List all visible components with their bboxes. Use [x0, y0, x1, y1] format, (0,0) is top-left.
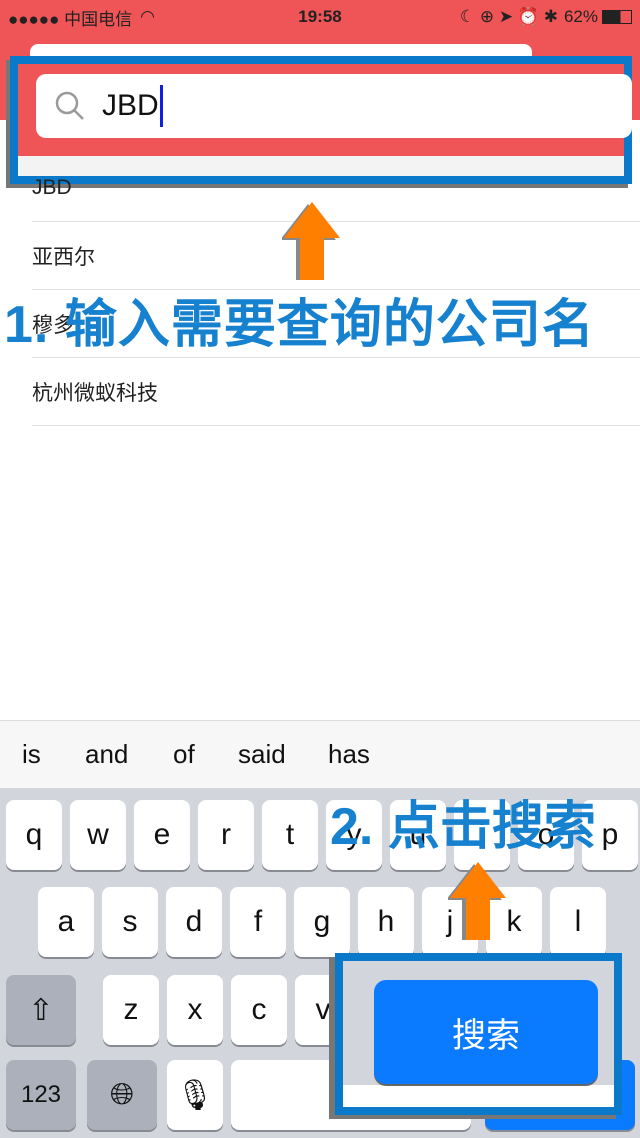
battery-icon — [602, 10, 632, 24]
key-d[interactable]: d — [166, 887, 222, 957]
key-e[interactable]: e — [134, 800, 190, 870]
suggestion[interactable]: of — [173, 739, 195, 770]
status-icons: ☾ ⊕ ➤ ⏰ ✱ — [459, 7, 558, 26]
key-x[interactable]: x — [167, 975, 223, 1045]
carrier: ●●●●● 中国电信 — [8, 9, 133, 29]
battery-level: 62% — [563, 7, 598, 26]
globe-icon: 🌐︎ — [110, 1078, 134, 1111]
key-w[interactable]: w — [70, 800, 126, 870]
globe-key[interactable]: 🌐︎ — [87, 1060, 157, 1130]
suggestion[interactable]: has — [328, 739, 370, 770]
search-icon — [55, 91, 84, 120]
search-text: JBD — [102, 89, 159, 122]
key-r[interactable]: r — [198, 800, 254, 870]
search-input[interactable]: JBD — [36, 74, 632, 138]
search-button[interactable]: 搜索 — [374, 980, 598, 1084]
status-bar: ●●●●● 中国电信 ◠ 19:58 ☾ ⊕ ➤ ⏰ ✱ 62% — [0, 0, 640, 34]
wifi-icon: ◠ — [140, 7, 155, 26]
key-l[interactable]: l — [550, 887, 606, 957]
suggestion-bar: is and of said has — [0, 720, 640, 788]
microphone-icon: 🎙︎ — [175, 1078, 215, 1112]
shift-key[interactable]: ⇧ — [6, 975, 76, 1045]
suggestion[interactable]: said — [238, 739, 286, 770]
key-t[interactable]: t — [262, 800, 318, 870]
text-cursor — [159, 85, 163, 127]
arrow-up-icon — [282, 202, 340, 280]
suggestion[interactable]: is — [22, 739, 41, 770]
annotation-step1: 1. 输入需要查询的公司名 — [4, 296, 595, 354]
key-h[interactable]: h — [358, 887, 414, 957]
key-q[interactable]: q — [6, 800, 62, 870]
suggestion[interactable]: and — [85, 739, 128, 770]
key-g[interactable]: g — [294, 887, 350, 957]
key-f[interactable]: f — [230, 887, 286, 957]
key-z[interactable]: z — [103, 975, 159, 1045]
key-s[interactable]: s — [102, 887, 158, 957]
key-c[interactable]: c — [231, 975, 287, 1045]
arrow-up-icon — [448, 862, 506, 940]
annotation-step2: 2. 点击搜索 — [330, 798, 596, 856]
microphone-key[interactable]: 🎙︎ — [167, 1060, 223, 1130]
numbers-key[interactable]: 123 — [6, 1060, 76, 1130]
key-a[interactable]: a — [38, 887, 94, 957]
shift-icon: ⇧ — [28, 993, 54, 1027]
list-item[interactable]: 杭州微蚁科技 — [32, 358, 640, 426]
